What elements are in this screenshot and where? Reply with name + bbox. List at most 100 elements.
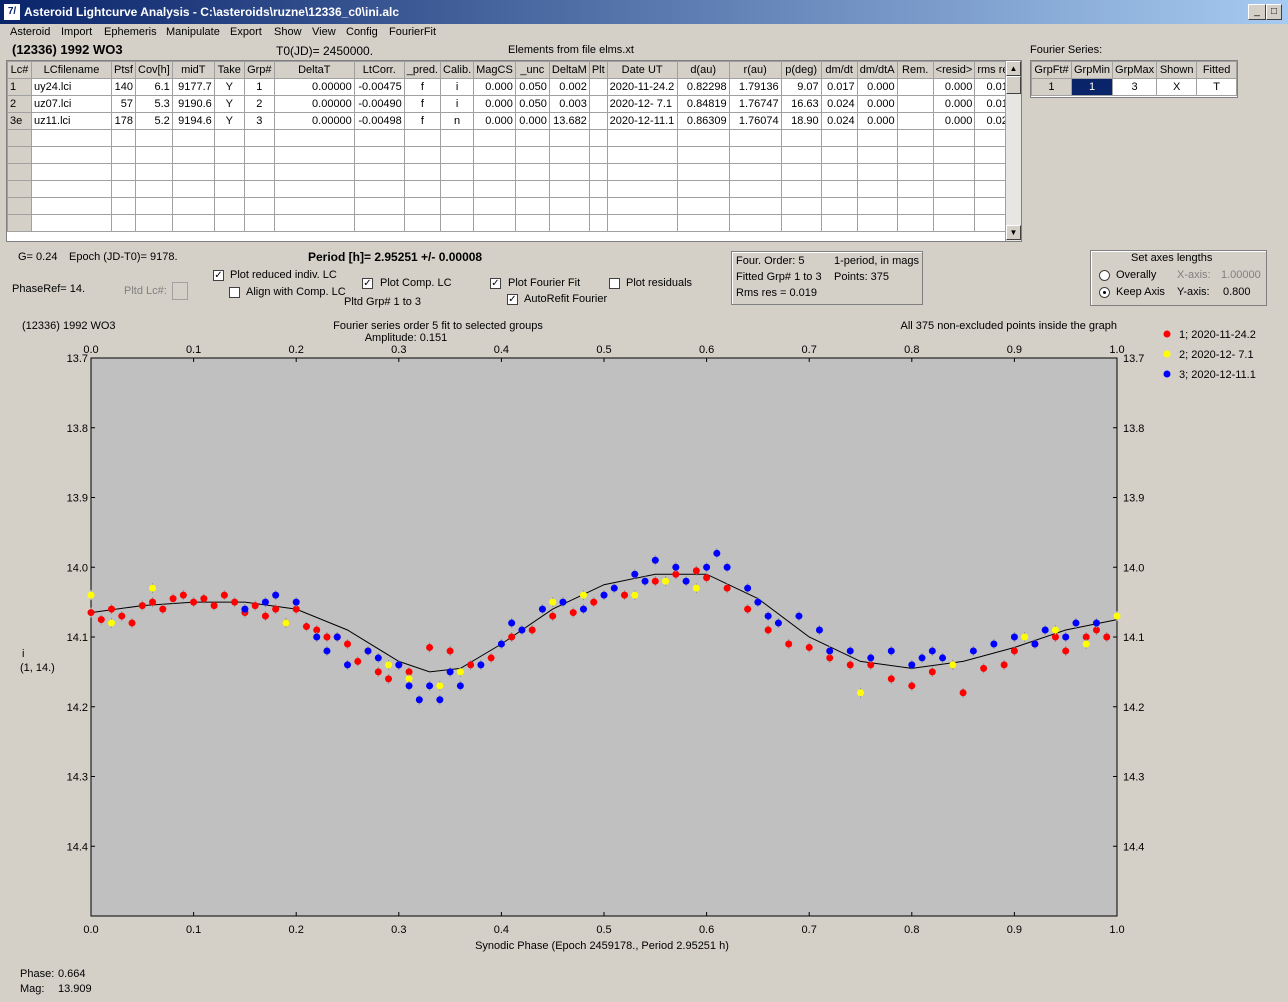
table-cell[interactable] xyxy=(820,197,858,215)
overally-radio[interactable] xyxy=(1099,270,1110,281)
table-cell[interactable] xyxy=(31,197,112,215)
table-cell[interactable]: 0.000 xyxy=(473,95,516,113)
table-cell[interactable] xyxy=(31,129,112,147)
table-cell[interactable] xyxy=(243,146,275,164)
table-cell[interactable] xyxy=(676,214,730,232)
table-cell[interactable] xyxy=(588,95,608,113)
table-cell[interactable]: 6.1 xyxy=(135,78,173,96)
table-cell[interactable]: f xyxy=(403,95,442,113)
autorefit-checkbox[interactable]: ✓ xyxy=(507,294,518,305)
plot-fourier-checkbox[interactable]: ✓ xyxy=(490,278,501,289)
menu-show[interactable]: Show xyxy=(274,26,302,38)
table-cell[interactable] xyxy=(548,214,590,232)
table-cell[interactable] xyxy=(676,197,730,215)
table-cell[interactable]: 1.76074 xyxy=(728,112,782,130)
scroll-down-icon[interactable]: ▼ xyxy=(1006,225,1021,240)
lc-col-header[interactable]: dm/dt xyxy=(820,61,858,79)
lc-col-header[interactable]: Cov[h] xyxy=(135,61,173,79)
lc-col-header[interactable]: dm/dtA xyxy=(856,61,898,79)
table-cell[interactable] xyxy=(606,180,678,198)
table-cell[interactable] xyxy=(213,146,245,164)
table-cell[interactable] xyxy=(606,146,678,164)
table-cell[interactable]: 0.00000 xyxy=(273,112,355,130)
table-cell[interactable] xyxy=(353,214,405,232)
table-row-empty[interactable] xyxy=(7,214,1018,232)
table-cell[interactable]: 0.86309 xyxy=(676,112,730,130)
fourier-cell-grpmax[interactable]: 3 xyxy=(1112,78,1158,96)
table-cell[interactable] xyxy=(548,180,590,198)
table-cell[interactable] xyxy=(213,180,245,198)
table-cell[interactable] xyxy=(439,214,475,232)
table-cell[interactable] xyxy=(439,146,475,164)
plot-residuals-checkbox[interactable] xyxy=(609,278,620,289)
fourier-cell-grpmin[interactable]: 1 xyxy=(1070,78,1114,96)
table-cell[interactable]: uz11.lci xyxy=(31,112,112,130)
table-cell[interactable]: 0.000 xyxy=(932,112,976,130)
table-cell[interactable] xyxy=(7,197,32,215)
table-cell[interactable]: 5.2 xyxy=(135,112,173,130)
table-cell[interactable] xyxy=(273,197,355,215)
table-cell[interactable] xyxy=(171,146,215,164)
table-cell[interactable] xyxy=(135,146,173,164)
table-cell[interactable] xyxy=(135,129,173,147)
table-cell[interactable] xyxy=(548,146,590,164)
table-cell[interactable]: 2 xyxy=(243,95,275,113)
lightcurve-table[interactable]: Lc# LCfilename Ptsf Cov[h] midT Take Grp# Delta… xyxy=(6,60,1022,242)
xaxis-value[interactable]: 1.00000 xyxy=(1221,269,1261,281)
table-cell[interactable] xyxy=(896,180,934,198)
table-cell[interactable] xyxy=(514,163,550,181)
fourier-cell-fitted[interactable]: T xyxy=(1196,78,1237,96)
fourier-series-table[interactable]: GrpFt# GrpMin GrpMax Shown Fitted 1 1 3 … xyxy=(1030,60,1238,98)
chart-svg[interactable]: 0.00.00.10.10.20.20.30.30.40.40.50.50.60… xyxy=(14,312,1276,960)
table-cell[interactable] xyxy=(7,163,32,181)
table-cell[interactable]: uz07.lci xyxy=(31,95,112,113)
table-cell[interactable] xyxy=(896,214,934,232)
table-cell[interactable]: i xyxy=(439,95,475,113)
table-cell[interactable] xyxy=(135,197,173,215)
table-cell[interactable] xyxy=(171,129,215,147)
fourier-cell-shown[interactable]: X xyxy=(1156,78,1198,96)
table-cell[interactable] xyxy=(728,197,782,215)
table-cell[interactable] xyxy=(588,129,608,147)
table-cell[interactable] xyxy=(820,163,858,181)
table-cell[interactable] xyxy=(780,163,822,181)
table-cell[interactable] xyxy=(439,180,475,198)
table-cell[interactable] xyxy=(353,180,405,198)
table-cell[interactable]: 0.000 xyxy=(473,112,516,130)
table-cell[interactable] xyxy=(676,146,730,164)
table-cell[interactable] xyxy=(932,180,976,198)
table-cell[interactable] xyxy=(273,214,355,232)
table-cell[interactable]: n xyxy=(439,112,475,130)
table-row[interactable]: 2 uz07.lci 57 5.3 9190.6 Y 2 0.00000 -0.00490 f i 0… xyxy=(7,95,1018,113)
table-cell[interactable] xyxy=(588,146,608,164)
pltd-lc-stepper[interactable] xyxy=(172,282,188,300)
lc-col-header[interactable]: _pred. xyxy=(403,61,442,79)
table-cell[interactable] xyxy=(473,197,516,215)
table-cell[interactable]: 0.003 xyxy=(548,95,590,113)
table-cell[interactable] xyxy=(932,214,976,232)
table-cell[interactable] xyxy=(728,129,782,147)
table-cell[interactable] xyxy=(728,163,782,181)
table-cell[interactable] xyxy=(514,180,550,198)
lc-col-header[interactable]: LtCorr. xyxy=(353,61,405,79)
table-cell[interactable] xyxy=(403,180,442,198)
table-cell[interactable] xyxy=(606,214,678,232)
table-cell[interactable] xyxy=(514,214,550,232)
table-cell[interactable] xyxy=(728,214,782,232)
table-cell[interactable] xyxy=(856,129,898,147)
table-cell[interactable] xyxy=(820,129,858,147)
table-cell[interactable] xyxy=(896,146,934,164)
table-cell[interactable] xyxy=(439,163,475,181)
table-cell[interactable] xyxy=(514,146,550,164)
table-cell[interactable] xyxy=(111,146,136,164)
table-cell[interactable] xyxy=(548,197,590,215)
table-row[interactable]: 3e uz11.lci 178 5.2 9194.6 Y 3 0.00000 -0.00498 f… xyxy=(7,112,1018,130)
lc-col-header[interactable]: r(au) xyxy=(728,61,782,79)
table-cell[interactable]: 0.000 xyxy=(856,78,898,96)
table-cell[interactable]: 0.000 xyxy=(856,95,898,113)
lc-col-header[interactable]: Take xyxy=(213,61,245,79)
table-cell[interactable] xyxy=(780,197,822,215)
table-cell[interactable]: 0.000 xyxy=(473,78,516,96)
table-row-empty[interactable] xyxy=(7,129,1018,147)
table-cell[interactable] xyxy=(676,180,730,198)
